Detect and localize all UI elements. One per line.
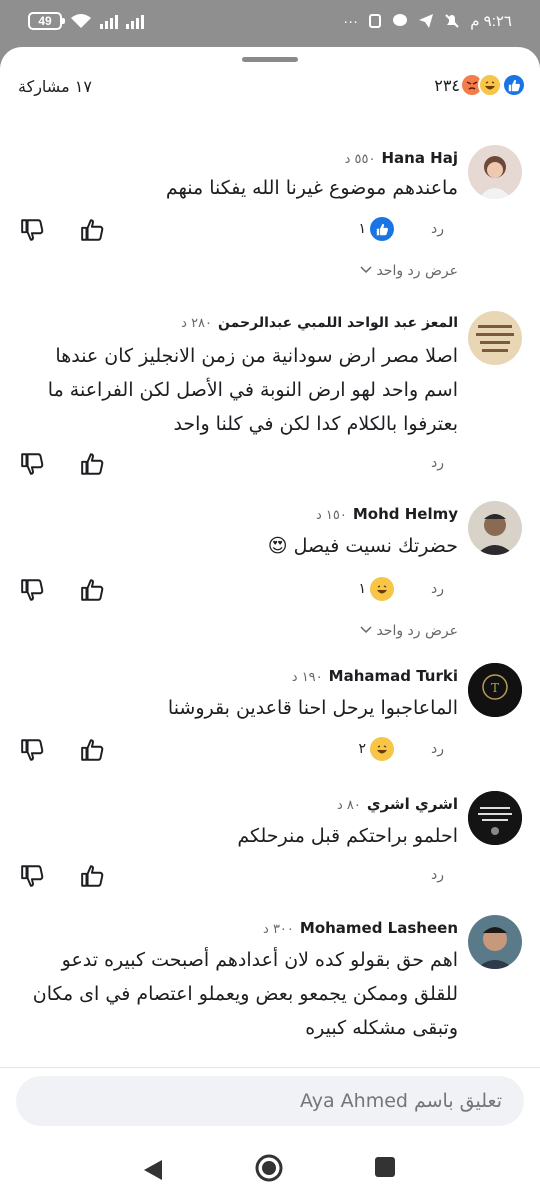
comment-composer[interactable] [16, 1076, 524, 1126]
view-replies-link[interactable]: عرض رد واحد [360, 263, 458, 279]
home-icon[interactable] [254, 1153, 284, 1183]
comment-time: ٥٥٠ د [344, 152, 376, 167]
comment-meta: Mahamad Turki ١٩٠ د [292, 667, 458, 685]
chevron-down-icon [360, 626, 372, 634]
dislike-icon[interactable] [20, 737, 46, 763]
reply-button[interactable]: رد [431, 221, 444, 237]
recents-icon[interactable] [374, 1156, 396, 1178]
view-replies-link[interactable]: عرض رد واحد [360, 623, 458, 639]
haha-reaction-icon [370, 577, 394, 601]
share-count[interactable]: ١٧ مشاركة [18, 77, 92, 96]
comment-author[interactable]: Mohamed Lasheen [300, 919, 458, 937]
comment-text: احلمو براحتكم قبل منرحلكم [237, 825, 458, 847]
more-status-icon: ··· [343, 12, 359, 30]
comment-author[interactable]: Hana Haj [381, 149, 458, 167]
status-left: 49 [28, 12, 144, 30]
system-nav-bar [0, 1144, 540, 1200]
reply-button[interactable]: رد [431, 581, 444, 597]
comment-actions: ١ رد [0, 217, 540, 247]
comment-actions: ٢ رد [0, 737, 540, 767]
avatar[interactable]: T [468, 663, 522, 717]
like-icon[interactable] [80, 217, 106, 243]
composer-divider [0, 1067, 540, 1068]
dislike-icon[interactable] [20, 217, 46, 243]
reply-button[interactable]: رد [431, 741, 444, 757]
comment-actions: رد [0, 863, 540, 893]
reaction-count: ٢٣٤ [434, 75, 460, 95]
dislike-icon[interactable] [20, 577, 46, 603]
comment-author[interactable]: Mahamad Turki [329, 667, 458, 685]
comment-text: ماعندهم موضوع غيرنا الله يفكنا منهم [165, 177, 458, 199]
comment-author[interactable]: المعز عبد الواحد اللمبي عبدالرحمن [218, 315, 458, 331]
comment-meta: المعز عبد الواحد اللمبي عبدالرحمن ٢٨٠ د [181, 315, 458, 331]
status-right: ··· ٩:٢٦ م [343, 12, 512, 31]
avatar[interactable] [468, 145, 522, 199]
dislike-icon[interactable] [20, 451, 46, 477]
chevron-down-icon [360, 266, 372, 274]
comment-actions: رد [0, 451, 540, 481]
comment-meta: اشري اشري ٨٠ د [337, 795, 458, 813]
haha-reaction-icon [478, 73, 502, 97]
avatar[interactable] [468, 501, 522, 555]
messenger-icon [393, 14, 408, 26]
comment-text-body: حضرتك نسيت فيصل [293, 535, 458, 557]
comment-text: الماعاجبوا يرحل احنا قاعدين بقروشنا [167, 697, 458, 719]
reaction-summary[interactable]: ٢٣٤ [434, 73, 526, 97]
comment-text: حضرتك نسيت فيصل 😍 [18, 529, 458, 563]
comment-time: ١٥٠ د [315, 508, 347, 523]
clock: ٩:٢٦ م [470, 13, 512, 30]
reply-button[interactable]: رد [431, 867, 444, 883]
like-icon[interactable] [80, 451, 106, 477]
status-bar: 49 ··· ٩:٢٦ م [0, 0, 540, 44]
wifi-icon [71, 14, 91, 28]
reply-button[interactable]: رد [431, 455, 444, 471]
notification-icon [369, 14, 382, 28]
comment-reactions[interactable]: ٢ [358, 737, 394, 761]
comment-input[interactable] [16, 1076, 524, 1126]
like-reaction-icon [502, 73, 526, 97]
telegram-icon [419, 14, 434, 28]
like-icon[interactable] [80, 863, 106, 889]
dislike-icon[interactable] [20, 863, 46, 889]
view-replies-label: عرض رد واحد [376, 623, 458, 639]
comment-time: ٨٠ د [336, 798, 361, 813]
comment-author[interactable]: Mohd Helmy [353, 505, 458, 523]
comment-time: ١٩٠ د [291, 670, 323, 685]
mute-icon [445, 14, 459, 28]
like-reaction-icon [370, 217, 394, 241]
comment-author[interactable]: اشري اشري [367, 795, 458, 813]
back-icon[interactable] [142, 1158, 164, 1182]
comment-actions: ١ رد [0, 577, 540, 607]
comment-text: اهم حق بقولو كده لان أعدادهم أصبحت كبيره… [32, 949, 458, 1039]
comment-time: ٣٠٠ د [263, 922, 294, 937]
comment-meta: Mohamed Lasheen ٣٠٠ د [263, 919, 458, 937]
comment-reactions[interactable]: ١ [358, 577, 394, 601]
like-icon[interactable] [80, 737, 106, 763]
avatar[interactable] [468, 311, 522, 365]
comment-reaction-count: ١ [358, 221, 366, 237]
battery-icon: 49 [28, 12, 65, 30]
haha-reaction-icon [370, 737, 394, 761]
svg-text:T: T [491, 681, 499, 695]
comments-list[interactable]: Hana Haj ٥٥٠ د ماعندهم موضوع غيرنا الله … [0, 111, 540, 1066]
comment-reaction-count: ٢ [358, 741, 366, 757]
reactions-header: ١٧ مشاركة ٢٣٤ [0, 73, 540, 105]
view-replies-label: عرض رد واحد [376, 263, 458, 279]
signal-icon-2 [126, 13, 144, 29]
comment-reactions[interactable]: ١ [358, 217, 394, 241]
comment-text: اصلا مصر ارض سودانية من زمن الانجليز كان… [47, 345, 458, 435]
signal-icon [100, 13, 118, 29]
comment-reaction-count: ١ [358, 581, 366, 597]
avatar[interactable] [468, 915, 522, 969]
heart-eyes-emoji: 😍 [267, 535, 288, 557]
like-icon[interactable] [80, 577, 106, 603]
comments-sheet: ١٧ مشاركة ٢٣٤ Hana Haj ٥٥٠ د ماعندهم موض… [0, 47, 540, 1200]
comment-time: ٢٨٠ د [181, 316, 213, 331]
comment-meta: Hana Haj ٥٥٠ د [345, 149, 458, 167]
comment-meta: Mohd Helmy ١٥٠ د [316, 505, 458, 523]
drag-handle[interactable] [242, 57, 298, 62]
avatar[interactable] [468, 791, 522, 845]
reaction-icons [460, 73, 526, 97]
